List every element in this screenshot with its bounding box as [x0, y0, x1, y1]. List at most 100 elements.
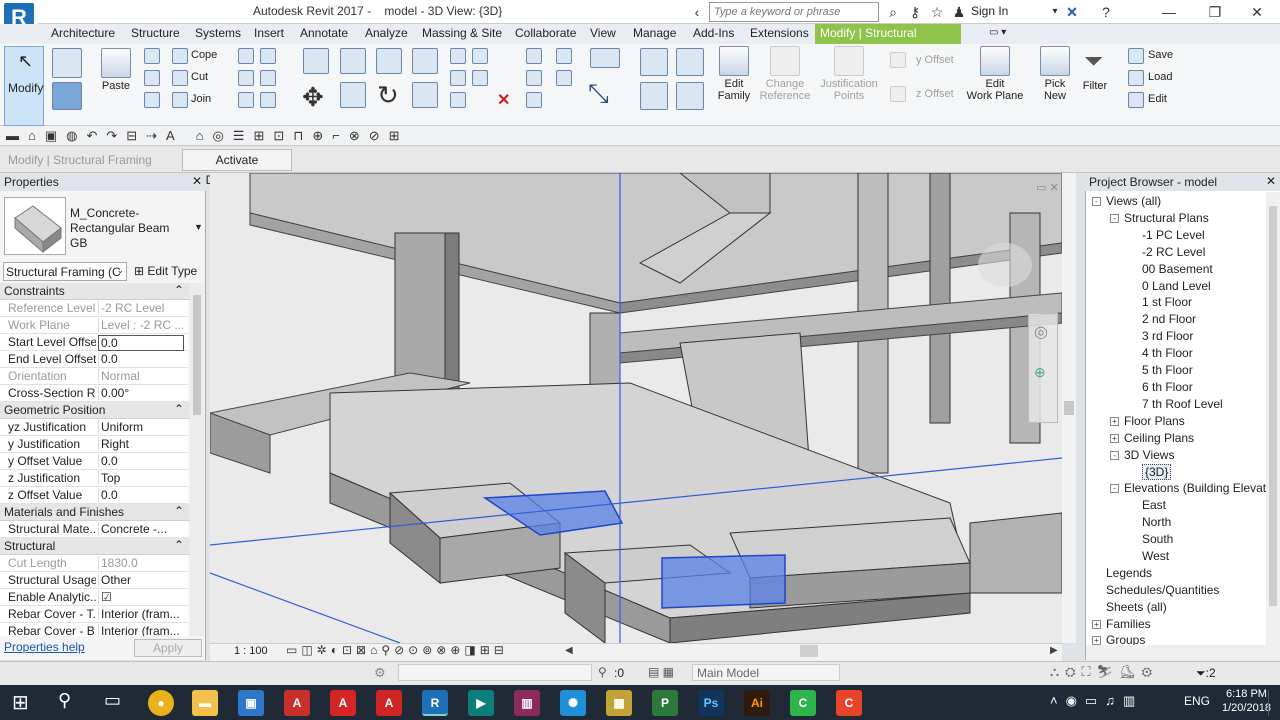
browser-item[interactable]: Schedules/Quantities: [1106, 583, 1219, 597]
properties-help-link[interactable]: Properties help: [4, 640, 85, 654]
split-gap-icon[interactable]: [472, 48, 488, 64]
create-group-icon[interactable]: [676, 82, 704, 110]
view-tool-3-icon[interactable]: [526, 92, 542, 108]
scale-icon[interactable]: [472, 70, 488, 86]
collapse-icon[interactable]: ⌃: [174, 283, 184, 297]
tab-annotate[interactable]: Annotate: [295, 24, 353, 44]
geometry-tool-5-icon[interactable]: [238, 92, 254, 108]
viewport-vertical-scrollbar[interactable]: [1062, 173, 1076, 643]
geometry-tool-2-icon[interactable]: [260, 48, 276, 64]
properties-scrollbar[interactable]: [190, 283, 204, 636]
properties-scroll-thumb[interactable]: [193, 295, 201, 415]
clock[interactable]: 6:18 PM 1/20/2018: [1222, 687, 1271, 715]
tab-add-ins[interactable]: Add-Ins: [688, 24, 739, 44]
browser-item[interactable]: 0 Land Level: [1142, 279, 1211, 293]
browser-item-selected[interactable]: {3D}: [1142, 464, 1172, 481]
tab-analyze[interactable]: Analyze: [360, 24, 413, 44]
offset-icon[interactable]: [340, 48, 366, 74]
autocad-3-icon[interactable]: A: [376, 690, 402, 716]
app-blue-icon[interactable]: ✺: [560, 690, 586, 716]
property-value[interactable]: ☑: [98, 590, 184, 604]
property-row[interactable]: Structural Mate... Concrete -...: [0, 521, 188, 538]
app-red-icon[interactable]: C: [836, 690, 862, 716]
browser-item[interactable]: 1 st Floor: [1142, 295, 1192, 309]
search-input[interactable]: Type a keyword or phrase: [709, 2, 879, 22]
expand-icon[interactable]: +: [1110, 416, 1119, 426]
tab-systems[interactable]: Systems: [190, 24, 246, 44]
property-value[interactable]: Uniform: [98, 420, 184, 434]
quick-access-icons[interactable]: ▬⌂▣◍↶↷⊟⇢A ⌂◎☰⊞⊡⊓⊕⌐⊗⊘⊞: [6, 128, 409, 144]
language-indicator[interactable]: ENG: [1184, 694, 1210, 708]
exchange-apps-icon[interactable]: ✕: [1063, 3, 1081, 21]
navigation-bar[interactable]: ◎ ⊕: [1028, 313, 1058, 423]
copy-element-icon[interactable]: [340, 82, 366, 108]
browser-item[interactable]: Families: [1106, 617, 1151, 631]
app-purple-icon[interactable]: ▥: [514, 690, 540, 716]
viewport-window-controls[interactable]: ▭ ✕: [1036, 181, 1059, 194]
tab-extensions[interactable]: Extensions: [745, 24, 814, 44]
tab-architecture[interactable]: Architecture: [46, 24, 120, 44]
create-parts-icon[interactable]: [676, 48, 704, 76]
property-row[interactable]: y Justification Right: [0, 436, 188, 453]
viewcube-icon[interactable]: [978, 243, 1032, 287]
tab-collaborate[interactable]: Collaborate: [510, 24, 581, 44]
workset-icon[interactable]: ⚙: [374, 665, 386, 681]
property-row[interactable]: z Offset Value 0.0: [0, 487, 188, 504]
delete-icon[interactable]: ✕: [497, 90, 510, 110]
browser-item[interactable]: 3 rd Floor: [1142, 329, 1193, 343]
measure-icon[interactable]: [590, 48, 620, 68]
array-icon[interactable]: [450, 70, 466, 86]
browser-item[interactable]: -2 RC Level: [1142, 245, 1205, 259]
horizontal-scroll-thumb[interactable]: [800, 645, 818, 657]
browser-item[interactable]: Structural Plans: [1124, 211, 1209, 225]
pick-new-button[interactable]: Pick New: [1036, 46, 1074, 102]
activate-dimensions-button[interactable]: Activate Dimensions: [182, 149, 292, 187]
mirror-draw-icon[interactable]: [412, 48, 438, 74]
browser-item[interactable]: 3D Views: [1124, 448, 1174, 462]
linework-icon[interactable]: [556, 70, 572, 86]
section-geometric-position[interactable]: Geometric Position ⌃: [0, 402, 190, 419]
tab-view[interactable]: View: [585, 24, 621, 44]
collapse-icon[interactable]: ⌃: [174, 402, 184, 416]
property-row[interactable]: Start Level Offset 0.0: [0, 334, 188, 351]
geometry-tool-6-icon[interactable]: [260, 92, 276, 108]
cut-scissors-icon[interactable]: [144, 48, 160, 64]
property-value[interactable]: Interior (fram...: [98, 607, 184, 621]
property-row[interactable]: yz Justification Uniform: [0, 419, 188, 436]
edit-type-button[interactable]: ⊞ Edit Type: [132, 262, 202, 281]
steering-wheel-icon[interactable]: ◎: [1034, 322, 1048, 342]
geometry-tool-1-icon[interactable]: [238, 48, 254, 64]
browser-item[interactable]: Elevations (Building Elevatic: [1124, 481, 1266, 495]
scroll-right-icon[interactable]: ▶: [1050, 645, 1058, 656]
task-view-icon[interactable]: ▭: [104, 690, 121, 711]
paint-icon[interactable]: [526, 70, 542, 86]
view-scale[interactable]: 1 : 100: [234, 645, 268, 657]
tab-manage[interactable]: Manage: [628, 24, 681, 44]
match-properties-icon[interactable]: [144, 92, 160, 108]
show-desktop-button[interactable]: [1268, 690, 1280, 716]
ribbon-minimize-icon[interactable]: ▭ ▾: [984, 24, 1011, 44]
browser-horizontal-scrollbar[interactable]: [1086, 645, 1280, 660]
zoom-icon[interactable]: ⊕: [1034, 364, 1046, 381]
camtasia-icon[interactable]: C: [790, 690, 816, 716]
browser-item[interactable]: 4 th Floor: [1142, 346, 1193, 360]
cope-button[interactable]: Cope: [191, 49, 217, 61]
filter-button[interactable]: ⏷ Filter: [1078, 46, 1112, 92]
property-value[interactable]: Level : -2 RC ...: [98, 318, 184, 332]
publisher-icon[interactable]: P: [652, 690, 678, 716]
modify-button[interactable]: ↖ Modify: [4, 46, 44, 126]
property-row[interactable]: z Justification Top: [0, 470, 188, 487]
restore-button[interactable]: ❐: [1192, 0, 1238, 24]
app-gold-icon[interactable]: ▦: [606, 690, 632, 716]
move-icon[interactable]: ✥: [302, 82, 324, 113]
trim-extend-icon[interactable]: [412, 82, 438, 108]
collapse-icon[interactable]: -: [1092, 197, 1101, 206]
browser-scroll-thumb[interactable]: [1269, 206, 1277, 606]
rotate-icon[interactable]: ↻: [377, 80, 399, 111]
property-value[interactable]: Right: [98, 437, 184, 451]
property-value[interactable]: 0.0: [98, 335, 184, 351]
property-value[interactable]: -2 RC Level: [98, 301, 184, 315]
browser-item[interactable]: Legends: [1106, 566, 1152, 580]
instance-filter-select[interactable]: Structural Framing (C ⌄: [3, 262, 127, 281]
paste-button[interactable]: Paste: [98, 48, 134, 92]
